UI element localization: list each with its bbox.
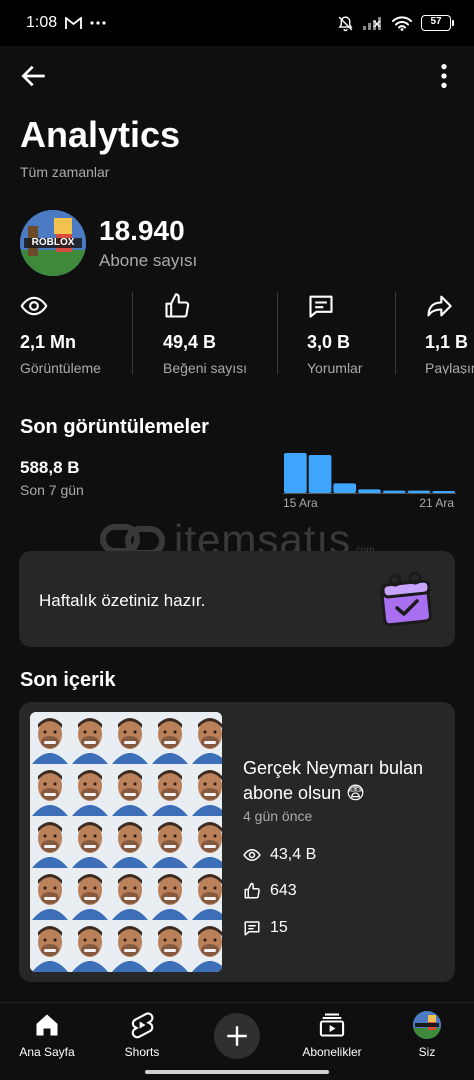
metric-value: 2,1 Mn bbox=[20, 332, 77, 352]
video-likes: 643 bbox=[270, 882, 297, 899]
chart-bar bbox=[358, 489, 381, 493]
metric-views[interactable]: 2,1 Mn Görüntüleme bbox=[0, 292, 132, 376]
subscriber-count: 18.940 bbox=[99, 215, 185, 246]
chart-bar bbox=[284, 453, 307, 493]
video-views: 43,4 B bbox=[270, 846, 317, 863]
nav-shorts-label: Shorts bbox=[124, 1045, 160, 1059]
calendar-check-icon bbox=[380, 571, 432, 627]
nav-subscriptions[interactable]: Abonelikler bbox=[287, 1011, 377, 1059]
recent-content-card[interactable]: Gerçek Neymarı bulan abone olsun 😨 4 gün… bbox=[19, 702, 455, 982]
weekly-summary-card[interactable]: Haftalık özetiniz hazır. bbox=[19, 551, 455, 647]
status-time: 1:08 bbox=[26, 14, 58, 31]
metrics-row: 2,1 Mn Görüntüleme 49,4 B Beğeni sayısı … bbox=[0, 292, 474, 376]
metric-label: Görüntüleme bbox=[20, 360, 101, 376]
video-comments-stat: 15 bbox=[243, 919, 288, 937]
nav-you[interactable]: Siz bbox=[382, 1011, 472, 1059]
chart-bar bbox=[308, 455, 332, 493]
chart-bar bbox=[382, 490, 406, 493]
profile-avatar-icon bbox=[413, 1011, 441, 1039]
page-title: Analytics bbox=[20, 114, 181, 155]
video-likes-stat: 643 bbox=[243, 882, 297, 900]
nav-subscriptions-label: Abonelikler bbox=[302, 1045, 362, 1059]
date-range-label: Tüm zamanlar bbox=[20, 164, 110, 180]
thumbs-up-icon bbox=[165, 293, 190, 318]
metric-shares[interactable]: 1,1 B Paylaşım bbox=[395, 292, 474, 374]
chart-bar bbox=[407, 490, 431, 493]
video-thumbnail[interactable] bbox=[30, 712, 222, 972]
chart-x-end-label: 21 Ara bbox=[419, 496, 454, 510]
comment-icon bbox=[309, 295, 333, 318]
arrow-back-icon bbox=[21, 65, 45, 87]
chart-bar bbox=[432, 491, 455, 493]
eye-icon bbox=[20, 296, 48, 316]
create-button[interactable] bbox=[214, 1013, 260, 1059]
comment-icon bbox=[244, 921, 260, 936]
metric-value: 49,4 B bbox=[163, 332, 217, 352]
status-bar: 1:08 57 bbox=[0, 0, 474, 46]
nav-you-label: Siz bbox=[418, 1045, 436, 1059]
metric-label: Yorumlar bbox=[307, 360, 363, 376]
metric-label: Paylaşım bbox=[425, 360, 474, 374]
home-icon bbox=[36, 1014, 58, 1036]
nav-home[interactable]: Ana Sayfa bbox=[2, 1011, 92, 1059]
more-dots-icon bbox=[90, 21, 106, 25]
chart-x-start-label: 15 Ara bbox=[283, 496, 318, 510]
thumbs-up-icon bbox=[244, 882, 260, 899]
metric-likes[interactable]: 49,4 B Beğeni sayısı bbox=[132, 292, 277, 376]
video-comments: 15 bbox=[270, 919, 288, 936]
shorts-icon bbox=[131, 1012, 154, 1039]
avatar-logo-text: ROBLOX bbox=[31, 237, 75, 248]
channel-avatar[interactable]: ROBLOX bbox=[20, 210, 86, 276]
top-app-bar bbox=[0, 56, 474, 96]
chart-bar bbox=[333, 483, 357, 493]
metric-label: Beğeni sayısı bbox=[163, 360, 248, 376]
video-age: 4 gün önce bbox=[243, 808, 313, 824]
create-plus-icon bbox=[227, 1026, 247, 1046]
eye-icon bbox=[243, 848, 261, 862]
gmail-icon bbox=[65, 16, 83, 29]
back-button[interactable] bbox=[18, 60, 50, 92]
share-icon bbox=[427, 295, 452, 317]
channel-summary: ROBLOX 18.940 Abone sayısı bbox=[20, 210, 197, 276]
nav-home-label: Ana Sayfa bbox=[19, 1045, 75, 1059]
weekly-summary-text: Haftalık özetiniz hazır. bbox=[39, 591, 206, 610]
home-indicator[interactable] bbox=[145, 1070, 329, 1074]
subscriber-label: Abone sayısı bbox=[99, 251, 198, 270]
more-options-button[interactable] bbox=[428, 60, 460, 92]
more-vert-icon bbox=[441, 64, 447, 88]
signal-icon bbox=[363, 17, 381, 30]
metric-value: 1,1 B bbox=[425, 332, 469, 352]
video-views-stat: 43,4 B bbox=[243, 846, 316, 864]
recent-views-title: Son görüntülemeler bbox=[20, 416, 209, 438]
bottom-navigation: Ana Sayfa Shorts Abonelikler Siz bbox=[0, 1002, 474, 1080]
battery-icon: 57 bbox=[421, 15, 454, 31]
metric-comments[interactable]: 3,0 B Yorumlar bbox=[277, 292, 395, 376]
wifi-icon bbox=[392, 15, 412, 31]
nav-shorts[interactable]: Shorts bbox=[97, 1011, 187, 1059]
metric-value: 3,0 B bbox=[307, 332, 351, 352]
mute-bell-icon bbox=[338, 15, 353, 31]
recent-content-title: Son içerik bbox=[20, 669, 116, 691]
subscriptions-icon bbox=[319, 1013, 345, 1037]
battery-level: 57 bbox=[421, 15, 451, 31]
recent-views-period: Son 7 gün bbox=[20, 482, 84, 498]
recent-views-value: 588,8 B bbox=[20, 458, 80, 477]
video-title: Gerçek Neymarı bulan abone olsun 😨 bbox=[243, 758, 424, 803]
